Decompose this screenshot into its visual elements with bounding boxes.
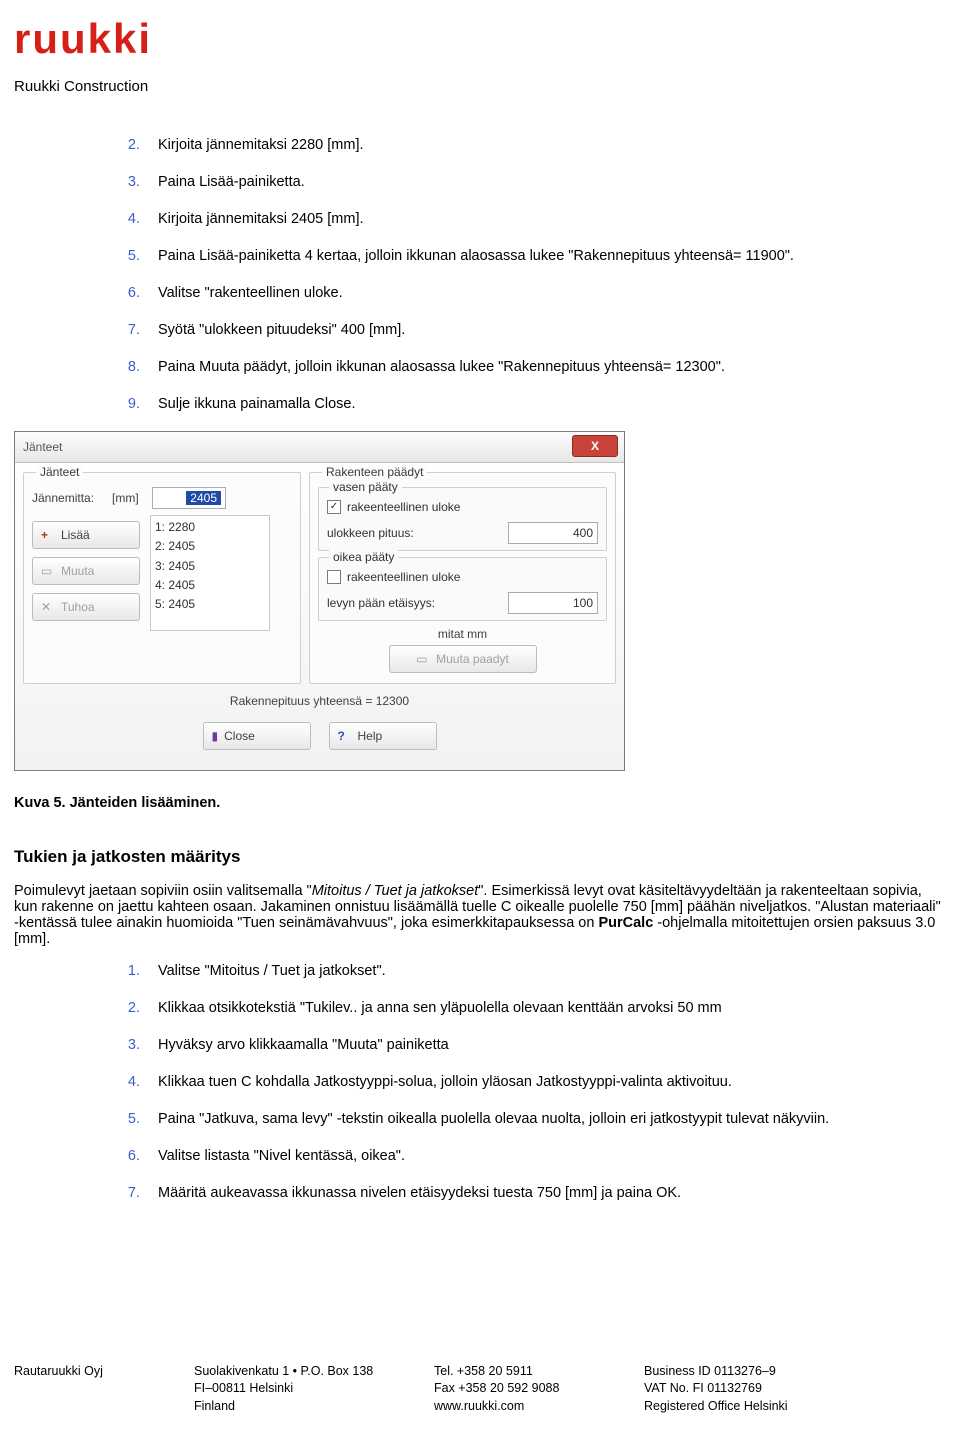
muuta-paadyt-button[interactable]: ▭Muuta paadyt: [389, 645, 537, 673]
section-heading: Tukien ja jatkosten määritys: [14, 847, 946, 867]
group-title-right: Rakenteen päädyt: [322, 465, 427, 479]
tuhoa-button[interactable]: ✕Tuhoa: [32, 593, 140, 621]
span-listbox[interactable]: 1: 22802: 24053: 24054: 24055: 2405: [150, 515, 270, 631]
span-unit: [mm]: [112, 491, 146, 505]
step-text: Valitse "rakenteellinen uloke.: [158, 283, 946, 304]
footer-col-address: Suolakivenkatu 1 • P.O. Box 138FI–00811 …: [194, 1363, 394, 1416]
list-item[interactable]: 2: 2405: [155, 537, 265, 556]
steps-top: 2. Kirjoita jännemitaksi 2280 [mm]. 3. Pain…: [124, 135, 946, 415]
step-number: 5.: [124, 246, 140, 267]
unit-note: mitat mm: [318, 627, 607, 641]
step-item: 9. Sulje ikkuna painamalla Close.: [124, 394, 946, 415]
step-item: 3. Hyväksy arvo klikkaamalla "Muuta" pain…: [124, 1035, 946, 1056]
group-janteet: Jänteet Jännemitta: [mm] 2405 +Lisää ▭Mu…: [23, 472, 301, 684]
step-number: 5.: [124, 1109, 140, 1130]
step-text: Kirjoita jännemitaksi 2405 [mm].: [158, 209, 946, 230]
step-item: 6. Valitse "rakenteellinen uloke.: [124, 283, 946, 304]
step-item: 1. Valitse "Mitoitus / Tuet ja jatkokset"…: [124, 961, 946, 982]
step-number: 2.: [124, 998, 140, 1019]
step-text: Paina Lisää-painiketta.: [158, 172, 946, 193]
list-item[interactable]: 4: 2405: [155, 576, 265, 595]
uloke-length-label: ulokkeen pituus:: [327, 526, 414, 540]
add-button[interactable]: +Lisää: [32, 521, 140, 549]
step-text: Paina Lisää-painiketta 4 kertaa, jolloin…: [158, 246, 946, 267]
dialog-title: Jänteet: [23, 440, 62, 454]
dialog-janteet: Jänteet X Jänteet Jännemitta: [mm] 2405: [14, 431, 625, 771]
close-icon: X: [591, 439, 599, 453]
subgroup-oikea: oikea pääty rakeenteellinen uloke levyn …: [318, 557, 607, 621]
help-button[interactable]: ?Help: [329, 722, 437, 750]
step-text: Valitse "Mitoitus / Tuet ja jatkokset".: [158, 961, 946, 982]
steps-bottom: 1. Valitse "Mitoitus / Tuet ja jatkokset"…: [124, 961, 946, 1204]
list-item[interactable]: 5: 2405: [155, 595, 265, 614]
step-text: Määritä aukeavassa ikkunassa nivelen etä…: [158, 1183, 946, 1204]
span-label: Jännemitta:: [32, 491, 106, 505]
step-text: Hyväksy arvo klikkaamalla "Muuta" painik…: [158, 1035, 946, 1056]
step-item: 7. Syötä "ulokkeen pituudeksi" 400 [mm].: [124, 320, 946, 341]
list-item[interactable]: 3: 2405: [155, 557, 265, 576]
step-item: 3. Paina Lisää-painiketta.: [124, 172, 946, 193]
step-item: 2. Kirjoita jännemitaksi 2280 [mm].: [124, 135, 946, 156]
step-text: Syötä "ulokkeen pituudeksi" 400 [mm].: [158, 320, 946, 341]
page-footer: Rautaruukki Oyj Suolakivenkatu 1 • P.O. …: [14, 1363, 946, 1416]
span-input[interactable]: 2405: [152, 487, 226, 509]
step-number: 1.: [124, 961, 140, 982]
step-text: Paina Muuta päädyt, jolloin ikkunan alao…: [158, 357, 946, 378]
step-item: 4. Klikkaa tuen C kohdalla Jatkostyyppi-s…: [124, 1072, 946, 1093]
edit-icon: ▭: [41, 564, 55, 578]
step-text: Kirjoita jännemitaksi 2280 [mm].: [158, 135, 946, 156]
step-number: 8.: [124, 357, 140, 378]
step-number: 6.: [124, 283, 140, 304]
group-paadyt: Rakenteen päädyt vasen pääty ✓ rakeentee…: [309, 472, 616, 684]
window-close-button[interactable]: X: [572, 435, 618, 457]
step-number: 9.: [124, 394, 140, 415]
step-item: 8. Paina Muuta päädyt, jolloin ikkunan al…: [124, 357, 946, 378]
section-paragraph: Poimulevyt jaetaan sopiviin osiin valits…: [14, 883, 946, 947]
checkbox-label-vasen: rakeenteellinen uloke: [347, 500, 460, 514]
help-icon: ?: [338, 729, 352, 743]
step-text: Klikkaa otsikkotekstiä "Tukilev.. ja ann…: [158, 998, 946, 1019]
company-name: Ruukki Construction: [14, 78, 946, 95]
dialog-titlebar: Jänteet X: [15, 432, 624, 463]
edit-icon: ▭: [416, 652, 430, 666]
footer-col-contact: Tel. +358 20 5911Fax +358 20 592 9088www…: [434, 1363, 604, 1416]
step-item: 2. Klikkaa otsikkotekstiä "Tukilev.. ja a…: [124, 998, 946, 1019]
step-item: 6. Valitse listasta "Nivel kentässä, oike…: [124, 1146, 946, 1167]
checkbox-label-oikea: rakeenteellinen uloke: [347, 570, 460, 584]
total-label: Rakennepituus yhteensä = 12300: [23, 694, 616, 708]
muuta-button[interactable]: ▭Muuta: [32, 557, 140, 585]
step-number: 7.: [124, 1183, 140, 1204]
group-title-left: Jänteet: [36, 465, 83, 479]
plus-icon: +: [41, 528, 55, 542]
door-icon: ▮: [212, 729, 219, 743]
step-item: 5. Paina "Jatkuva, sama levy" -tekstin oi…: [124, 1109, 946, 1130]
step-item: 7. Määritä aukeavassa ikkunassa nivelen e…: [124, 1183, 946, 1204]
step-number: 2.: [124, 135, 140, 156]
checkbox-vasen-uloke[interactable]: ✓: [327, 500, 341, 514]
figure-caption: Kuva 5. Jänteiden lisääminen.: [14, 795, 946, 811]
step-number: 4.: [124, 1072, 140, 1093]
distance-label: levyn pään etäisyys:: [327, 596, 435, 610]
list-item[interactable]: 1: 2280: [155, 518, 265, 537]
checkbox-oikea-uloke[interactable]: [327, 570, 341, 584]
step-number: 6.: [124, 1146, 140, 1167]
close-button[interactable]: ▮Close: [203, 722, 311, 750]
step-text: Klikkaa tuen C kohdalla Jatkostyyppi-sol…: [158, 1072, 946, 1093]
subgroup-vasen: vasen pääty ✓ rakeenteellinen uloke ulok…: [318, 487, 607, 551]
step-text: Valitse listasta "Nivel kentässä, oikea"…: [158, 1146, 946, 1167]
step-number: 4.: [124, 209, 140, 230]
brand-logo: ruukki: [14, 18, 946, 60]
footer-col-company: Rautaruukki Oyj: [14, 1363, 154, 1416]
step-number: 3.: [124, 172, 140, 193]
footer-col-legal: Business ID 0113276–9VAT No. FI 01132769…: [644, 1363, 788, 1416]
uloke-length-input[interactable]: 400: [508, 522, 598, 544]
step-text: Paina "Jatkuva, sama levy" -tekstin oike…: [158, 1109, 946, 1130]
step-number: 7.: [124, 320, 140, 341]
delete-icon: ✕: [41, 600, 55, 614]
step-number: 3.: [124, 1035, 140, 1056]
step-item: 4. Kirjoita jännemitaksi 2405 [mm].: [124, 209, 946, 230]
step-text: Sulje ikkuna painamalla Close.: [158, 394, 946, 415]
distance-input[interactable]: 100: [508, 592, 598, 614]
step-item: 5. Paina Lisää-painiketta 4 kertaa, jollo…: [124, 246, 946, 267]
